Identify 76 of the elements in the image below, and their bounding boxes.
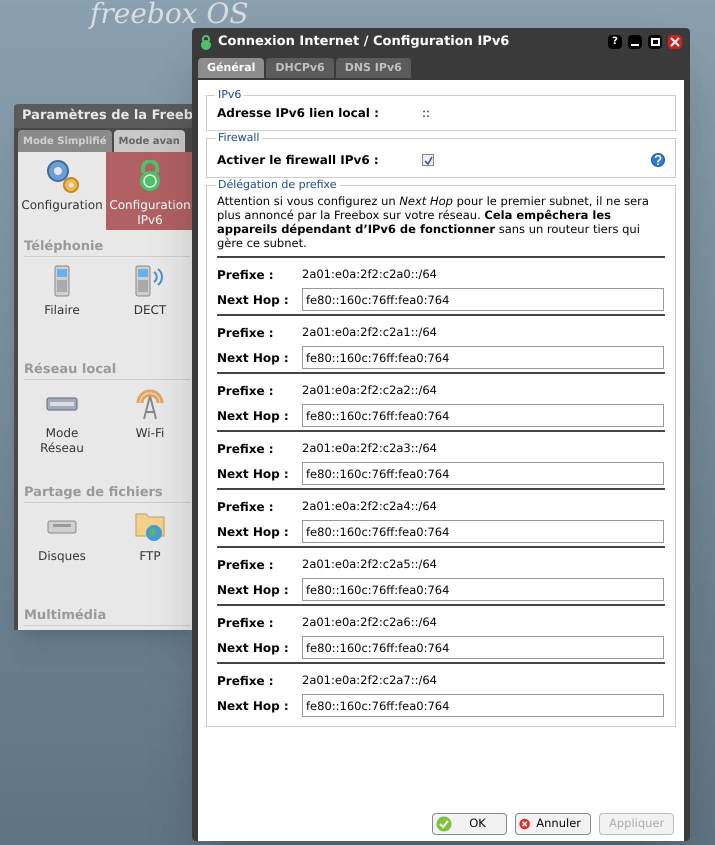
settings-item[interactable]: Configuration IPv6 [106,152,194,230]
field-value: 2a01:e0a:2f2:c2a4::/64 [302,498,438,516]
check-icon [424,156,432,164]
close-icon [670,37,680,47]
field-label: Prefixe : [217,557,275,574]
fieldset-legend: Délégation de prefixe [215,178,340,192]
ok-icon [436,816,452,832]
input-field[interactable]: fe80::160c:76ff:fea0:764 [302,346,664,369]
field-value: 2a01:e0a:2f2:c2a7::/64 [302,672,438,690]
maximize-button[interactable] [648,35,662,49]
padlock-icon [200,34,212,50]
checkbox[interactable] [422,154,434,166]
input-field[interactable]: fe80::160c:76ff:fea0:764 [302,694,664,717]
antenna-icon [135,388,165,420]
field-label: Next Hop : [217,466,290,482]
window-title: Paramètres de la Freeb [22,107,194,126]
section-heading: Réseau local [24,361,190,380]
field-value: 2a01:e0a:2f2:c2a6::/64 [302,614,438,632]
field-label: Next Hop : [217,582,290,598]
input-field[interactable]: fe80::160c:76ff:fea0:764 [302,462,664,485]
folder-globe-icon [135,512,165,542]
cancel-icon [519,816,530,832]
settings-item[interactable]: Mode Réseau [18,380,106,476]
field-label: Prefixe : [217,441,275,458]
field-label: Adresse IPv6 lien local : [217,105,380,122]
section-heading: Partage de fichiers [24,484,190,503]
field-value: :: [422,105,430,122]
help-button[interactable]: ? [608,35,622,49]
input-field[interactable]: fe80::160c:76ff:fea0:764 [302,404,664,427]
field-label: Prefixe : [217,615,275,632]
dialog-button[interactable]: OK [432,813,507,835]
settings-item[interactable]: Configuration [18,152,106,230]
dialog-button[interactable]: Annuler [515,813,591,835]
tab[interactable]: DHCPv6 [266,58,334,78]
field-label: Prefixe : [217,499,275,516]
field-value: 2a01:e0a:2f2:c2a3::/64 [302,440,438,458]
field-label: Activer le firewall IPv6 : [217,152,380,169]
settings-item[interactable]: Wi-Fi [106,380,194,476]
field-label: Next Hop : [217,292,290,308]
section-heading: Multimédia [24,607,190,626]
field-label: Prefixe : [217,673,275,690]
field-label: Next Hop : [217,524,290,540]
field-label: Prefixe : [217,383,275,400]
settings-item[interactable]: DECT [106,257,194,353]
phone-icon [54,265,70,297]
question-mark-icon [654,155,662,166]
disk-drive-icon [47,520,77,534]
input-field[interactable]: fe80::160c:76ff:fea0:764 [302,578,664,601]
gears-icon [44,158,80,194]
background-logo: freebox OS [90,0,248,27]
settings-item[interactable]: Filaire [18,257,106,353]
cordless-phone-icon [135,265,165,297]
input-field[interactable]: fe80::160c:76ff:fea0:764 [302,520,664,543]
input-field[interactable]: fe80::160c:76ff:fea0:764 [302,288,664,311]
minimize-button[interactable] [628,35,642,49]
field-label: Prefixe : [217,325,275,342]
field-label: Prefixe : [217,267,275,284]
field-label: Next Hop : [217,350,290,366]
field-label: Next Hop : [217,698,290,714]
help-icon[interactable] [651,153,665,167]
field-label: Next Hop : [217,640,290,656]
input-field[interactable]: fe80::160c:76ff:fea0:764 [302,636,664,659]
close-button[interactable] [668,35,682,49]
notice-text: Attention si vous configurez un Next Hop pour le premier subnet, il ne sera plus annoncé par la Freebox sur votre réseau. Cela empêchera les appareils dépendant d’IPv6 de fonctionner sans un routeur tiers qui gère ce subnet. [217,194,665,258]
tab[interactable]: DNS IPv6 [336,58,411,78]
field-value: 2a01:e0a:2f2:c2a0::/64 [302,266,438,284]
settings-item[interactable]: FTP [106,503,194,599]
padlock-icon [138,160,162,192]
field-label: Next Hop : [217,408,290,424]
section-heading: Téléphonie [24,238,190,257]
settings-item[interactable]: Disques [18,503,106,599]
network-switch-icon [46,397,78,411]
window-title: Connexion Internet / Configuration IPv6 [218,33,510,52]
field-value: 2a01:e0a:2f2:c2a2::/64 [302,382,438,400]
field-value: 2a01:e0a:2f2:c2a1::/64 [302,324,438,342]
field-value: 2a01:e0a:2f2:c2a5::/64 [302,556,438,574]
